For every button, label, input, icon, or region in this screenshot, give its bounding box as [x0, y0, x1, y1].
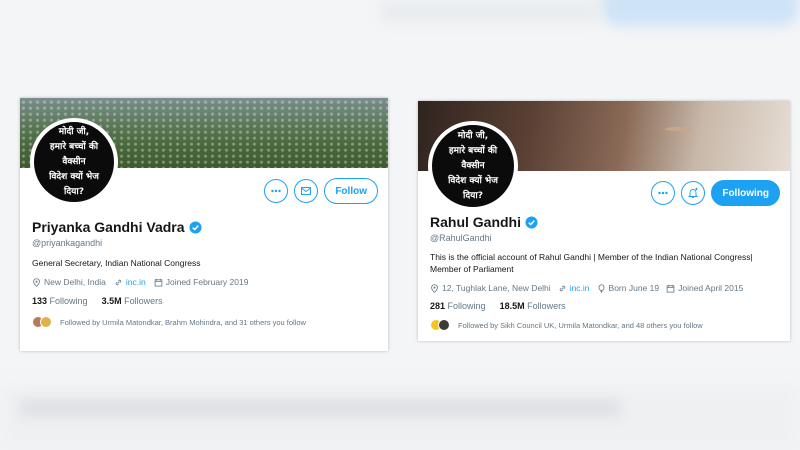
profile-meta: 12, Tughlak Lane, New Delhi inc.in Born …: [430, 283, 780, 293]
profile-name: Rahul Gandhi: [430, 214, 521, 230]
more-button[interactable]: [264, 179, 289, 203]
profile-card-priyanka: मोदी जी, हमारे बच्चों की वैक्सीन विदेश क…: [20, 98, 388, 351]
profile-name: Priyanka Gandhi Vadra: [32, 219, 185, 235]
verified-icon: [525, 215, 538, 229]
profile-handle: @priyankagandhi: [32, 238, 103, 248]
birthday-text: Born June 19: [608, 283, 660, 293]
followed-by[interactable]: Followed by Sikh Council UK, Urmila Mato…: [430, 319, 780, 331]
following-button[interactable]: Following: [711, 180, 780, 206]
profile-avatar[interactable]: मोदी जी, हमारे बच्चों की वैक्सीन विदेश क…: [30, 118, 118, 206]
followed-by[interactable]: Followed by Urmila Matondkar, Brahm Mohi…: [32, 316, 378, 328]
profile-actions: Follow: [264, 178, 378, 204]
followed-by-text: Followed by Sikh Council UK, Urmila Mato…: [458, 320, 703, 330]
link-icon: [559, 285, 566, 291]
following-stat[interactable]: 281 Following: [430, 301, 486, 311]
profile-avatar[interactable]: मोदी जी, हमारे बच्चों की वैक्सीन विदेश क…: [428, 121, 518, 211]
location-text: 12, Tughlak Lane, New Delhi: [442, 283, 551, 293]
joined-text: Joined April 2015: [678, 283, 744, 293]
website-link[interactable]: inc.in: [126, 277, 146, 287]
location-icon: [33, 277, 40, 287]
background-blur: [20, 400, 620, 416]
more-button[interactable]: [651, 181, 676, 205]
avatar-text: मोदी जी, हमारे बच्चों की वैक्सीन विदेश क…: [49, 126, 99, 197]
avatar: [40, 316, 52, 328]
background-blur: [0, 385, 800, 450]
profile-bio: This is the official account of Rahul Ga…: [430, 252, 753, 274]
message-button[interactable]: [294, 179, 319, 203]
profile-meta: New Delhi, India inc.in Joined February …: [32, 277, 378, 287]
followed-by-text: Followed by Urmila Matondkar, Brahm Mohi…: [60, 317, 306, 327]
background-blur: [380, 0, 600, 22]
follower-avatars: [430, 319, 450, 331]
notifications-button[interactable]: [681, 181, 706, 205]
mail-icon: [301, 187, 312, 195]
profile-stats: 133 Following 3.5M Followers: [32, 296, 378, 306]
profile-handle: @RahulGandhi: [430, 233, 492, 243]
more-icon: [658, 191, 669, 195]
profile-card-rahul: मोदी जी, हमारे बच्चों की वैक्सीन विदेश क…: [418, 101, 790, 341]
link-icon: [115, 279, 122, 285]
website-link[interactable]: inc.in: [570, 283, 590, 293]
location-text: New Delhi, India: [44, 277, 106, 287]
calendar-icon: [666, 284, 675, 293]
bell-plus-icon: [688, 187, 699, 198]
profile-bio: General Secretary, Indian National Congr…: [32, 258, 201, 268]
followers-stat[interactable]: 3.5M Followers: [102, 296, 163, 306]
follower-avatars: [32, 316, 52, 328]
follow-button[interactable]: Follow: [324, 178, 378, 204]
followers-stat[interactable]: 18.5M Followers: [500, 301, 566, 311]
verified-icon: [188, 220, 202, 234]
calendar-icon: [154, 278, 163, 287]
avatar-text: मोदी जी, हमारे बच्चों की वैक्सीन विदेश क…: [448, 130, 498, 201]
following-stat[interactable]: 133 Following: [32, 296, 88, 306]
avatar: [438, 319, 450, 331]
profile-stats: 281 Following 18.5M Followers: [430, 301, 780, 311]
balloon-icon: [598, 283, 604, 293]
location-icon: [431, 283, 438, 293]
profile-actions: Following: [651, 180, 780, 206]
joined-text: Joined February 2019: [165, 277, 249, 287]
background-blur: [600, 0, 800, 26]
more-icon: [271, 189, 282, 193]
